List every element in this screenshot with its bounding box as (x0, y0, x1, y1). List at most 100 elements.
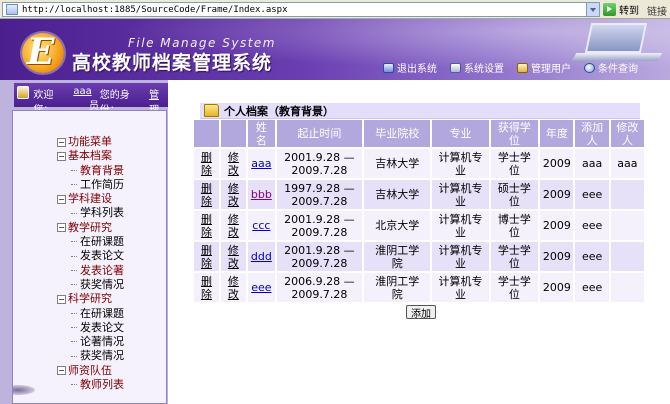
collapse-icon[interactable]: − (57, 294, 66, 304)
school-cell: 淮阴工学院 (363, 273, 431, 302)
edit-link[interactable]: 修改 (220, 273, 246, 302)
col-degree: 获得学位 (490, 120, 539, 147)
col-edit (220, 120, 246, 147)
query-icon (584, 62, 595, 73)
exit-icon (383, 62, 394, 73)
delete-link[interactable]: 删除 (194, 149, 219, 178)
tree-group-teaching[interactable]: − 教学研究 (57, 221, 124, 235)
tree-group-basic[interactable]: − 基本档案 (57, 149, 124, 163)
added-by-cell: aaa (575, 149, 609, 178)
user-icon (517, 62, 528, 73)
year-cell: 2009 (540, 273, 574, 302)
tree-item-work-history[interactable]: 工作简历 (57, 178, 124, 192)
name-link[interactable]: aaa (247, 149, 275, 178)
tree-group-discipline[interactable]: − 学科建设 (57, 192, 124, 206)
added-by-cell: eee (575, 273, 609, 302)
modified-by-cell (610, 242, 644, 271)
user-avatar-icon (17, 86, 30, 99)
major-cell: 计算机专业 (432, 149, 489, 178)
education-table: 姓名 起止时间 毕业院校 专业 获得学位 年度 添加人 修改人 删除修改 aaa 2… (192, 118, 646, 304)
url-field[interactable]: http://localhost:1885/SourceCode/Frame/I… (2, 2, 600, 17)
name-link[interactable]: ddd (247, 242, 275, 271)
table-row: 删除修改 eee 2006.9.28 —2009.7.28 淮阴工学院计算机专业学士学… (194, 273, 644, 302)
collapse-icon[interactable]: − (57, 194, 66, 204)
section-title: 个人档案（教育背景） (224, 104, 334, 118)
table-row: 删除修改 bbb 1997.9.28 —2009.7.28 吉林大学 计算机专业硕士学位… (194, 180, 644, 209)
tree-item-teaching-awards[interactable]: 获奖情况 (57, 278, 124, 292)
edit-link[interactable]: 修改 (220, 211, 246, 240)
period-cell: 2006.9.28 —2009.7.28 (276, 273, 362, 302)
go-button[interactable]: 转到 (603, 2, 639, 17)
added-by-cell: eee (575, 211, 609, 240)
major-cell: 计算机专业 (432, 180, 489, 209)
nav-settings[interactable]: 系统设置 (450, 60, 504, 75)
col-modified-by: 修改人 (610, 120, 644, 147)
col-added-by: 添加人 (575, 120, 609, 147)
folder-icon (204, 104, 219, 117)
tree-item-teacher-list[interactable]: 教师列表 (57, 378, 124, 392)
tree-item-teaching-books[interactable]: 发表论著 (57, 264, 124, 278)
nav-manage-users[interactable]: 管理用户 (517, 60, 571, 75)
system-title: 高校教师档案管理系统 (72, 52, 273, 74)
collapse-icon[interactable]: − (57, 151, 66, 161)
delete-link[interactable]: 删除 (194, 273, 219, 302)
sidebar: 欢迎您： aaa 您的身份： 管理 员 −功能菜单 −基本档案 教育背景 工作简… (0, 80, 168, 404)
degree-cell: 学士学位 (490, 242, 539, 271)
settings-icon (450, 62, 461, 73)
tree-group-research[interactable]: − 科学研究 (57, 292, 124, 306)
url-text[interactable]: http://localhost:1885/SourceCode/Frame/I… (22, 5, 586, 15)
school-cell: 淮阴工学院 (363, 242, 431, 271)
tree-item-research-awards[interactable]: 获奖情况 (57, 349, 124, 363)
delete-link[interactable]: 删除 (194, 211, 219, 240)
nav-query[interactable]: 条件查询 (584, 60, 638, 75)
delete-link[interactable]: 删除 (194, 242, 219, 271)
period-cell: 1997.9.28 —2009.7.28 (276, 180, 362, 209)
added-by-cell: eee (575, 180, 609, 209)
nav-settings-label: 系统设置 (464, 64, 504, 75)
name-link[interactable]: eee (247, 273, 275, 302)
address-bar: http://localhost:1885/SourceCode/Frame/I… (0, 0, 670, 19)
modified-by-cell (610, 273, 644, 302)
add-button[interactable]: 添加 (406, 305, 436, 320)
tree-item-research-projects[interactable]: 在研课题 (57, 307, 124, 321)
tree-item-research-papers[interactable]: 发表论文 (57, 321, 124, 335)
collapse-icon[interactable]: − (57, 366, 66, 376)
name-link[interactable]: ccc (247, 211, 275, 240)
tree-item-discipline-list[interactable]: 学科列表 (57, 206, 124, 220)
tree-root[interactable]: − 功能菜单 (57, 135, 124, 149)
page-icon (6, 4, 18, 15)
tree-item-teaching-papers[interactable]: 发表论文 (57, 249, 124, 263)
collapse-icon[interactable]: − (57, 137, 66, 147)
table-row: 删除修改 ccc 2001.9.28 —2009.7.28 北京大学 计算机专业博士学位… (194, 211, 644, 240)
collapse-icon[interactable]: − (57, 223, 66, 233)
welcome-bar: 欢迎您： aaa 您的身份： 管理 员 (14, 83, 168, 116)
degree-cell: 学士学位 (490, 149, 539, 178)
links-button[interactable]: 链接 (647, 3, 667, 18)
modified-by-cell: aaa (610, 149, 644, 178)
top-nav: 退出系统 系统设置 管理用户 条件查询 (383, 60, 638, 75)
period-cell: 2001.9.28 —2009.7.28 (276, 242, 362, 271)
name-link[interactable]: bbb (247, 180, 275, 209)
nav-logout-label: 退出系统 (397, 64, 437, 75)
edit-link[interactable]: 修改 (220, 149, 246, 178)
username-link[interactable]: aaa (73, 86, 91, 97)
tree-item-education[interactable]: 教育背景 (57, 164, 124, 178)
tree-item-teaching-projects[interactable]: 在研课题 (57, 235, 124, 249)
table-row: 删除修改 ddd 2001.9.28 —2009.7.28 淮阴工学院计算机专业学士学… (194, 242, 644, 271)
year-cell: 2009 (540, 211, 574, 240)
col-school: 毕业院校 (363, 120, 431, 147)
tree-group-faculty[interactable]: − 师资队伍 (57, 364, 124, 378)
edit-link[interactable]: 修改 (220, 180, 246, 209)
degree-cell: 学士学位 (490, 273, 539, 302)
degree-cell: 硕士学位 (490, 180, 539, 209)
edit-link[interactable]: 修改 (220, 242, 246, 271)
delete-link[interactable]: 删除 (194, 180, 219, 209)
url-dropdown-icon[interactable] (586, 3, 599, 16)
tree-item-research-books[interactable]: 论著情况 (57, 335, 124, 349)
laptop-illustration (570, 23, 663, 63)
major-cell: 计算机专业 (432, 273, 489, 302)
page-scrollbar[interactable] (651, 80, 670, 404)
table-header-row: 姓名 起止时间 毕业院校 专业 获得学位 年度 添加人 修改人 (194, 120, 644, 147)
added-by-cell: eee (575, 242, 609, 271)
nav-logout[interactable]: 退出系统 (383, 60, 437, 75)
